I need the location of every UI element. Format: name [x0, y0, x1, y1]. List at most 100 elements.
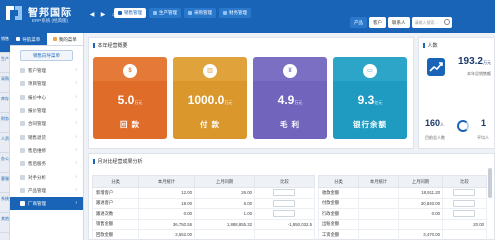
contract-icon	[20, 121, 25, 127]
sidebar-item-label: 报价管理	[28, 108, 46, 114]
card-payments[interactable]: ▥ 1000.0万元 付 款	[173, 57, 247, 139]
card-label: 回 款	[119, 120, 141, 129]
card-number: 1000.0	[187, 93, 225, 107]
total-sales-unit: 万元	[483, 60, 491, 65]
card-unit: 万元	[134, 100, 143, 105]
compare-bar	[452, 189, 475, 197]
tab-label: 生产管理	[159, 10, 177, 15]
logo-icon	[6, 6, 22, 20]
table-header-row: 分类 本月统计 上月同期 比较	[92, 175, 315, 188]
sidebar-item-quotes[interactable]: 报价管理 ›	[10, 104, 83, 117]
tab-sales[interactable]: 销售管理	[114, 8, 146, 18]
sidebar-item-competitors[interactable]: 对手分析 ›	[10, 170, 83, 183]
compare-bar	[272, 199, 295, 207]
sidebar-item-label: 产品管理	[28, 187, 46, 193]
sidebar-item-vendors[interactable]: 厂商管理 ›	[10, 196, 83, 211]
sidebar-item-returns[interactable]: 销售退货 ›	[10, 130, 83, 143]
sidebar-item-quote-center[interactable]: 报价中心 ›	[10, 91, 83, 104]
compare-table-left: 分类 本月统计 上月同期 比较 新增客户 12.00 26.00 跟进客户 19…	[92, 175, 315, 240]
analysis-icon	[20, 174, 25, 180]
quote-list-icon	[20, 108, 25, 114]
column-header[interactable]: 分类	[92, 175, 139, 188]
tab-purchase[interactable]: 采购管理	[184, 8, 216, 18]
column-header[interactable]: 本月统计	[358, 175, 399, 188]
strip-item[interactable]: 生产	[0, 53, 10, 73]
card-gross-profit[interactable]: ¥ 4.9万元 毛 利	[253, 57, 327, 139]
sidebar-item-projects[interactable]: 项目管理 ›	[10, 77, 83, 90]
sidebar-item-label: 售后维修	[28, 147, 46, 153]
search-input[interactable]: 请输入搜索...	[411, 17, 452, 28]
tab-my-menu[interactable]: 我的菜单	[47, 33, 84, 45]
sidebar-item-repairs[interactable]: 售后维修 ›	[10, 144, 83, 157]
strip-item[interactable]: 库存	[0, 93, 10, 113]
card-unit: 万元	[294, 100, 303, 105]
tab-nav-menu[interactable]: 导航菜单	[10, 33, 47, 45]
tab-production[interactable]: 生产管理	[149, 8, 181, 18]
column-header[interactable]: 比较	[254, 175, 315, 188]
card-collections[interactable]: $ 5.0万元 回 款	[93, 57, 167, 139]
row-label: 跟进次数	[92, 208, 139, 220]
table-cell	[358, 229, 399, 240]
card-number: 4.9	[277, 93, 295, 107]
table-cell	[398, 218, 443, 230]
total-sales-number: 193.2	[457, 56, 483, 67]
tab-icon	[118, 11, 122, 15]
card-bank-balance[interactable]: ▭ 9.3亿元 银行余额	[333, 57, 407, 139]
tab-label: 销售管理	[124, 10, 142, 15]
card-label: 银行余额	[353, 120, 387, 129]
tab-finance[interactable]: 财务管理	[219, 8, 251, 18]
strip-item[interactable]: 人资	[0, 133, 10, 153]
table-row: 销售金额 36,750.55 1,888,855.32 -1,850,032.5	[92, 218, 315, 230]
sidebar-item-products[interactable]: 产品管理 ›	[10, 184, 83, 197]
chevron-right-icon: ›	[75, 186, 77, 193]
tab-icon	[188, 11, 192, 15]
compare-cell	[442, 197, 487, 209]
sidebar: 导航菜单 我的菜单 销售向导菜单 客户管理 › 项目管理 › 报价中心 › 报价管理 ›…	[10, 33, 84, 240]
column-header[interactable]: 上月同期	[194, 175, 255, 188]
compare-table-right: 分类 本月统计 上月同期 比较 收款金额 18,911.20 付款金额 30,8…	[318, 175, 487, 240]
app-subtitle: ERP系统 (经典版)	[32, 18, 68, 23]
tab-icon	[223, 11, 227, 15]
sidebar-item-customers[interactable]: 客户管理 ›	[10, 64, 83, 77]
sidebar-item-label: 售后服务	[28, 161, 46, 167]
strip-item[interactable]: 采购	[0, 73, 10, 93]
scrollbar-thumb[interactable]	[488, 168, 492, 198]
strip-item[interactable]: 其他	[0, 213, 10, 233]
table-cell: 2,552.00	[138, 229, 195, 240]
strip-item[interactable]: 系统	[0, 193, 10, 213]
table-cell: 19.00	[138, 197, 195, 209]
strip-item[interactable]: 销售	[0, 33, 10, 53]
module-tabs: 销售管理 生产管理 采购管理 财务管理	[114, 8, 251, 18]
sidebar-item-service[interactable]: 售后服务 ›	[10, 157, 83, 170]
progress-ring-icon	[457, 120, 469, 132]
chevron-right-icon: ›	[75, 107, 77, 114]
card-unit: 亿元	[374, 100, 383, 105]
column-header[interactable]: 上月同期	[398, 175, 443, 188]
sales-guide-button[interactable]: 销售向导菜单	[20, 50, 73, 61]
chevron-right-icon: ›	[75, 120, 77, 127]
column-header[interactable]: 本月统计	[138, 175, 195, 188]
sidebar-tabs: 导航菜单 我的菜单	[10, 33, 83, 46]
strip-item[interactable]: 财务	[0, 113, 10, 133]
table-cell: 6.00	[194, 197, 255, 209]
card-number: 5.0	[117, 93, 135, 107]
compare-bar	[272, 210, 295, 218]
strip-item[interactable]: 客服	[0, 173, 10, 193]
average-caption: 平均人	[477, 135, 489, 140]
compare-bar	[452, 199, 475, 207]
search-icon[interactable]	[443, 19, 450, 25]
search-type-product[interactable]: 产品	[350, 17, 367, 28]
table-cell	[358, 218, 399, 230]
column-header[interactable]: 比较	[442, 175, 487, 188]
card-value: 4.9万元	[253, 93, 327, 107]
strip-item[interactable]: 办公	[0, 153, 10, 173]
back-icon[interactable]: ◀	[88, 11, 96, 19]
forward-icon[interactable]: ▶	[99, 11, 107, 19]
sidebar-item-label: 项目管理	[28, 81, 46, 87]
column-header[interactable]: 分类	[318, 175, 359, 188]
card-number: 9.3	[357, 93, 375, 107]
search-type-customer[interactable]: 客户	[369, 17, 386, 28]
search-type-contact[interactable]: 联系人	[388, 17, 410, 28]
sidebar-item-contracts[interactable]: 合同管理 ›	[10, 117, 83, 130]
overview-title: 本年经营概要	[93, 42, 128, 49]
